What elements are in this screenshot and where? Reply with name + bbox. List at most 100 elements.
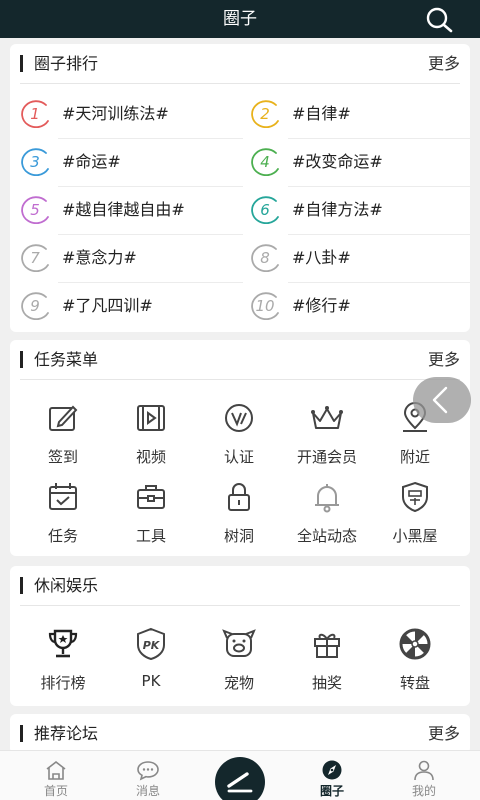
divider	[288, 138, 470, 139]
compose-icon	[215, 757, 265, 800]
penalty-icon	[397, 479, 433, 515]
compass-icon	[320, 759, 344, 781]
calendar-check-icon	[45, 479, 81, 515]
task-item-label: 视频	[135, 448, 166, 466]
task-card: 任务菜单 更多 签到 视频 认证 开通会员 附近 任务 工具 树洞 全站动态 小…	[10, 340, 470, 556]
compose-button[interactable]	[214, 756, 266, 800]
rank-item[interactable]: 6 #自律方法#	[248, 193, 470, 235]
tab-label: 圈子	[319, 784, 344, 798]
forum-more-link[interactable]: 更多	[428, 714, 460, 754]
divider	[58, 186, 243, 187]
rank-number: 10	[255, 297, 275, 315]
message-icon	[136, 759, 160, 781]
leisure-item-label: 排行榜	[40, 674, 86, 692]
divider	[288, 234, 470, 235]
chevron-left-icon	[432, 386, 448, 414]
task-item-label: 小黑屋	[392, 527, 438, 545]
toolbox-icon	[133, 479, 169, 515]
leisure-card: 休闲娱乐 排行榜 PK PK 宠物 抽奖 转盘	[10, 566, 470, 706]
rank-number: 1	[30, 105, 40, 123]
section-marker	[20, 725, 23, 742]
rank-item[interactable]: 8 #八卦#	[248, 241, 470, 283]
rank-item[interactable]: 4 #改变命运#	[248, 145, 470, 187]
rank-item[interactable]: 5 #越自律越自由#	[18, 193, 243, 235]
page-title: 圈子	[223, 9, 257, 29]
divider	[20, 605, 460, 606]
tab-profile[interactable]: 我的	[384, 751, 464, 800]
divider	[288, 186, 470, 187]
rank-section-header: 圈子排行 更多	[10, 44, 470, 84]
rank-number: 4	[260, 153, 270, 171]
task-item-label: 认证	[223, 448, 254, 466]
forum-card: 推荐论坛 更多	[10, 714, 470, 754]
leisure-section-title: 休闲娱乐	[34, 576, 99, 595]
rank-topic-label: #越自律越自由#	[62, 200, 185, 219]
rank-item[interactable]: 1 #天河训练法#	[18, 97, 243, 139]
rank-item[interactable]: 10 #修行#	[248, 289, 470, 323]
forum-section-title: 推荐论坛	[34, 724, 99, 743]
forum-section-header: 推荐论坛 更多	[10, 714, 470, 754]
rank-more-link[interactable]: 更多	[428, 44, 460, 84]
task-item-label: 开通会员	[296, 448, 357, 466]
rank-number: 7	[30, 249, 40, 267]
tab-label: 消息	[135, 784, 160, 798]
rank-item[interactable]: 3 #命运#	[18, 145, 243, 187]
search-icon[interactable]	[424, 6, 454, 34]
leisure-section-header: 休闲娱乐	[10, 566, 470, 606]
rank-number: 9	[30, 297, 40, 315]
rank-topic-label: #八卦#	[292, 248, 351, 267]
bell-icon	[309, 479, 345, 515]
rank-topic-label: #意念力#	[62, 248, 137, 267]
rank-topic-label: #自律方法#	[292, 200, 383, 219]
rank-topic-label: #了凡四训#	[62, 296, 153, 315]
divider	[58, 282, 243, 283]
tab-home[interactable]: 首页	[16, 751, 96, 800]
leisure-item-label: 宠物	[223, 674, 254, 692]
divider	[288, 282, 470, 283]
tab-label: 首页	[43, 784, 68, 798]
section-marker	[20, 351, 23, 368]
task-section-title: 任务菜单	[34, 350, 99, 369]
rank-card: 圈子排行 更多 1 #天河训练法# 2 #自律# 3 #命运# 4 #改变命运# 5 #越自律越自…	[10, 44, 470, 332]
leisure-item-label: PK	[141, 672, 161, 690]
task-item-label: 全站动态	[296, 527, 357, 545]
leisure-item-label: 转盘	[399, 674, 430, 692]
task-section-header: 任务菜单 更多	[10, 340, 470, 380]
tab-label: 我的	[411, 784, 436, 798]
rank-topic-label: #修行#	[292, 296, 351, 315]
user-icon	[412, 759, 436, 781]
section-marker	[20, 577, 23, 594]
task-item-label: 工具	[135, 527, 166, 545]
rank-number: 5	[30, 201, 40, 219]
rank-number: 6	[260, 201, 270, 219]
tab-circle[interactable]: 圈子	[292, 751, 372, 800]
wheel-icon	[397, 626, 433, 662]
trophy-icon	[45, 626, 81, 662]
tab-messages[interactable]: 消息	[108, 751, 188, 800]
divider	[58, 234, 243, 235]
divider	[58, 138, 243, 139]
task-more-link[interactable]: 更多	[428, 340, 460, 380]
pk-icon: PK	[133, 626, 169, 662]
crown-icon	[309, 400, 345, 436]
rank-number: 2	[260, 105, 270, 123]
task-item-label: 签到	[47, 448, 78, 466]
collapse-side-button[interactable]	[413, 377, 471, 423]
verify-icon	[221, 400, 257, 436]
gift-icon	[309, 626, 345, 662]
rank-number: 8	[260, 249, 270, 267]
rank-topic-label: #自律#	[292, 104, 351, 123]
rank-topic-label: #命运#	[62, 152, 121, 171]
video-icon	[133, 400, 169, 436]
rank-section-title: 圈子排行	[34, 54, 99, 73]
rank-number: 3	[30, 153, 40, 171]
home-icon	[44, 759, 68, 781]
task-item-label: 任务	[47, 527, 78, 545]
divider	[20, 83, 460, 84]
rank-item[interactable]: 9 #了凡四训#	[18, 289, 240, 323]
top-app-bar: 圈子	[0, 0, 480, 38]
edit-icon	[45, 400, 81, 436]
divider	[20, 379, 460, 380]
rank-item[interactable]: 2 #自律#	[248, 97, 470, 139]
rank-item[interactable]: 7 #意念力#	[18, 241, 243, 283]
